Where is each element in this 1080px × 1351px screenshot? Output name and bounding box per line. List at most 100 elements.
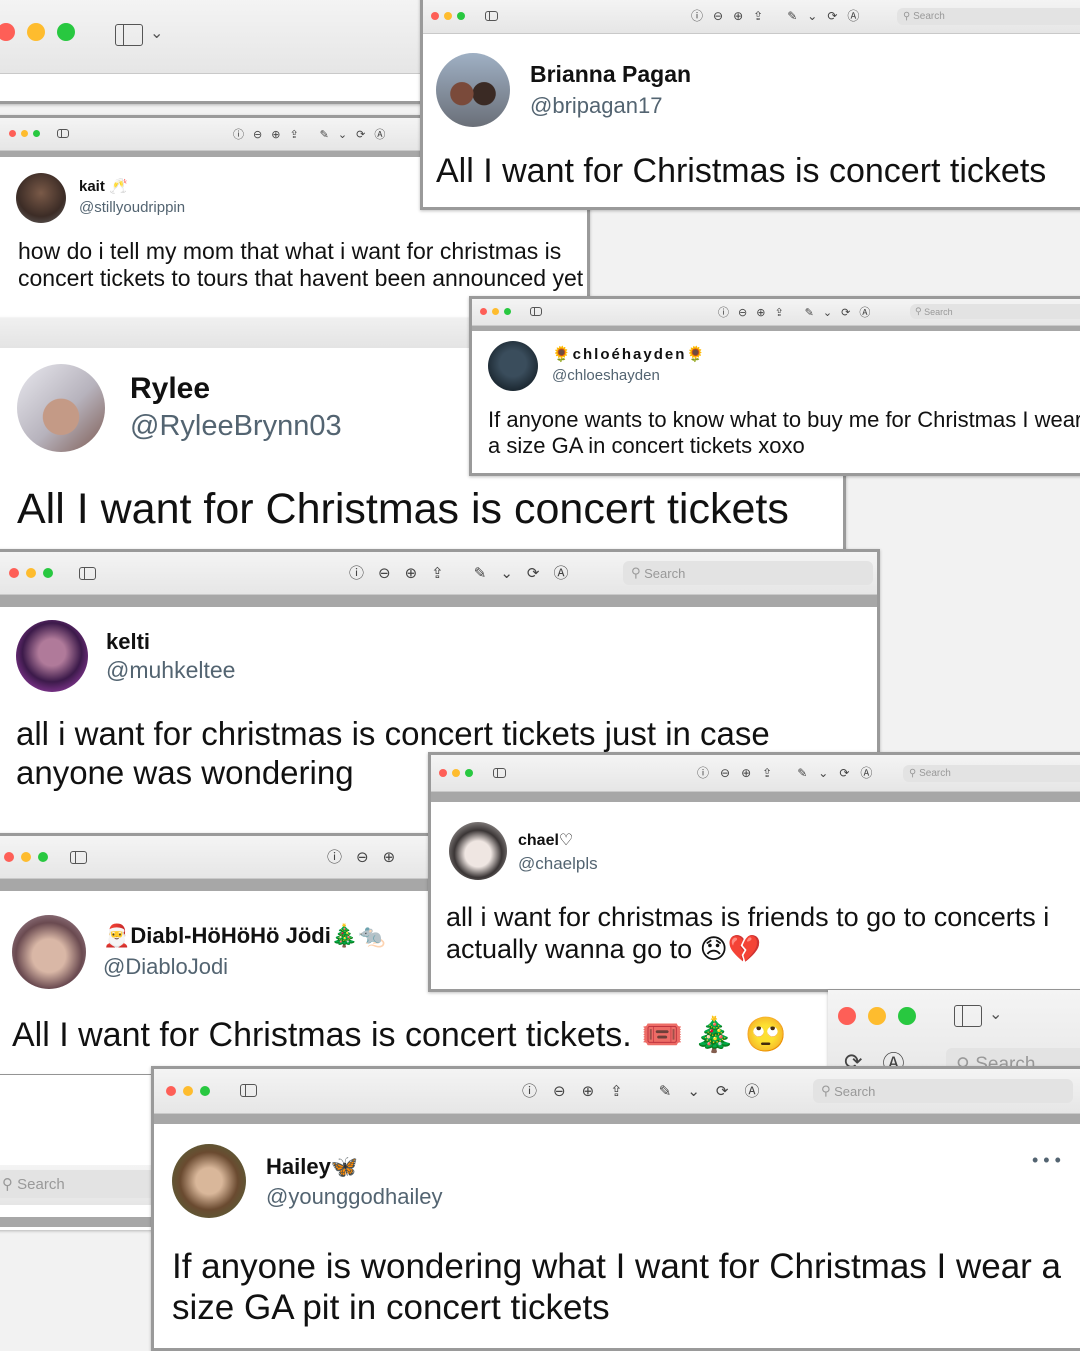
sidebar-toggle-icon[interactable] <box>530 307 542 316</box>
minimize-window-button[interactable] <box>21 852 31 862</box>
close-window-button[interactable] <box>838 1007 856 1025</box>
annotate-icon[interactable]: Ⓐ <box>744 1080 759 1101</box>
rotate-icon[interactable]: ⟳ <box>827 9 837 23</box>
share-icon[interactable]: ⇪ <box>753 9 763 23</box>
markup-pen-icon[interactable]: ✎ <box>787 9 797 23</box>
close-window-button[interactable] <box>166 1086 176 1096</box>
zoom-window-button[interactable] <box>43 568 53 578</box>
annotate-icon[interactable]: Ⓐ <box>847 7 859 24</box>
search-field[interactable]: ⚲ Search <box>0 1170 161 1198</box>
zoom-window-button[interactable] <box>457 12 465 20</box>
zoom-in-icon[interactable]: ⊕ <box>741 766 751 780</box>
share-icon[interactable]: ⇪ <box>610 1082 623 1100</box>
minimize-window-button[interactable] <box>21 130 28 137</box>
minimize-window-button[interactable] <box>27 23 45 41</box>
info-icon[interactable]: ⓘ <box>718 304 729 320</box>
minimize-window-button[interactable] <box>444 12 452 20</box>
zoom-in-icon[interactable]: ⊕ <box>271 128 280 141</box>
annotate-icon[interactable]: Ⓐ <box>553 562 568 583</box>
share-icon[interactable]: ⇪ <box>289 128 298 141</box>
markup-pen-icon[interactable]: ✎ <box>797 766 807 780</box>
sidebar-toggle-icon[interactable] <box>57 129 69 138</box>
close-window-button[interactable] <box>431 12 439 20</box>
minimize-window-button[interactable] <box>452 769 460 777</box>
zoom-window-button[interactable] <box>33 130 40 137</box>
search-field[interactable]: ⚲ Search <box>903 765 1080 782</box>
zoom-in-icon[interactable]: ⊕ <box>733 9 743 23</box>
rotate-icon[interactable]: ⟳ <box>839 766 849 780</box>
info-icon[interactable]: ⓘ <box>691 7 703 24</box>
display-name: 🌻chloéhayden🌻 <box>552 346 708 363</box>
zoom-out-icon[interactable]: ⊖ <box>553 1082 566 1100</box>
markup-pen-icon[interactable]: ✎ <box>659 1082 672 1100</box>
close-window-button[interactable] <box>0 23 15 41</box>
zoom-window-button[interactable] <box>57 23 75 41</box>
sidebar-toggle-icon[interactable] <box>70 851 87 864</box>
avatar <box>16 173 66 223</box>
close-window-button[interactable] <box>480 308 487 315</box>
rotate-icon[interactable]: ⟳ <box>841 306 850 319</box>
sidebar-toggle-icon[interactable] <box>79 567 96 580</box>
chevron-down-icon[interactable]: ⌄ <box>500 564 513 582</box>
sidebar-toggle-icon[interactable] <box>115 24 143 46</box>
search-field[interactable]: ⚲ Search <box>623 561 873 585</box>
sidebar-toggle-icon[interactable] <box>954 1005 982 1027</box>
markup-pen-icon[interactable]: ✎ <box>474 564 487 582</box>
info-icon[interactable]: ⓘ <box>697 764 709 781</box>
zoom-out-icon[interactable]: ⊖ <box>356 848 369 866</box>
info-icon[interactable]: ⓘ <box>522 1080 537 1101</box>
sidebar-toggle-icon[interactable] <box>493 768 506 778</box>
minimize-window-button[interactable] <box>492 308 499 315</box>
chevron-down-icon[interactable]: ⌄ <box>150 23 163 43</box>
info-icon[interactable]: ⓘ <box>349 562 364 583</box>
zoom-in-icon[interactable]: ⊕ <box>383 848 396 866</box>
sidebar-toggle-icon[interactable] <box>485 11 498 21</box>
zoom-out-icon[interactable]: ⊖ <box>738 306 747 319</box>
rotate-icon[interactable]: ⟳ <box>527 564 540 582</box>
search-field[interactable]: ⚲ Search <box>910 304 1080 319</box>
sidebar-toggle-icon[interactable] <box>240 1084 257 1097</box>
share-icon[interactable]: ⇪ <box>762 766 772 780</box>
more-options-icon[interactable]: • • • <box>1032 1150 1061 1171</box>
markup-pen-icon[interactable]: ✎ <box>805 306 814 319</box>
chevron-down-icon[interactable]: ⌄ <box>338 128 347 141</box>
chevron-down-icon[interactable]: ⌄ <box>823 306 832 319</box>
share-icon[interactable]: ⇪ <box>774 306 783 319</box>
minimize-window-button[interactable] <box>868 1007 886 1025</box>
zoom-window-button[interactable] <box>504 308 511 315</box>
rotate-icon[interactable]: ⟳ <box>716 1082 729 1100</box>
zoom-in-icon[interactable]: ⊕ <box>582 1082 595 1100</box>
zoom-out-icon[interactable]: ⊖ <box>713 9 723 23</box>
share-icon[interactable]: ⇪ <box>431 564 444 582</box>
chevron-down-icon[interactable]: ⌄ <box>807 9 817 23</box>
zoom-out-icon[interactable]: ⊖ <box>378 564 391 582</box>
markup-pen-icon[interactable]: ✎ <box>320 128 329 141</box>
close-window-button[interactable] <box>4 852 14 862</box>
zoom-window-button[interactable] <box>898 1007 916 1025</box>
chevron-down-icon[interactable]: ⌄ <box>989 1004 1002 1024</box>
annotate-icon[interactable]: Ⓐ <box>860 764 872 781</box>
zoom-window-button[interactable] <box>38 852 48 862</box>
zoom-out-icon[interactable]: ⊖ <box>253 128 262 141</box>
zoom-out-icon[interactable]: ⊖ <box>720 766 730 780</box>
rotate-icon[interactable]: ⟳ <box>356 128 365 141</box>
info-icon[interactable]: ⓘ <box>233 126 244 142</box>
search-field[interactable]: ⚲ Search <box>813 1079 1073 1103</box>
minimize-window-button[interactable] <box>183 1086 193 1096</box>
chevron-down-icon[interactable]: ⌄ <box>818 766 828 780</box>
chevron-down-icon[interactable]: ⌄ <box>687 1082 700 1100</box>
zoom-in-icon[interactable]: ⊕ <box>405 564 418 582</box>
traffic-lights <box>838 1007 916 1025</box>
close-window-button[interactable] <box>439 769 447 777</box>
tweet-window-brianna: ⓘ ⊖ ⊕ ⇪ ✎ ⌄ ⟳ Ⓐ ⚲ Search Brianna Pagan @… <box>420 0 1080 210</box>
close-window-button[interactable] <box>9 568 19 578</box>
close-window-button[interactable] <box>9 130 16 137</box>
zoom-window-button[interactable] <box>465 769 473 777</box>
search-field[interactable]: ⚲ Search <box>897 8 1080 25</box>
annotate-icon[interactable]: Ⓐ <box>374 126 385 142</box>
info-icon[interactable]: ⓘ <box>327 846 342 867</box>
zoom-window-button[interactable] <box>200 1086 210 1096</box>
annotate-icon[interactable]: Ⓐ <box>859 304 870 320</box>
zoom-in-icon[interactable]: ⊕ <box>756 306 765 319</box>
minimize-window-button[interactable] <box>26 568 36 578</box>
